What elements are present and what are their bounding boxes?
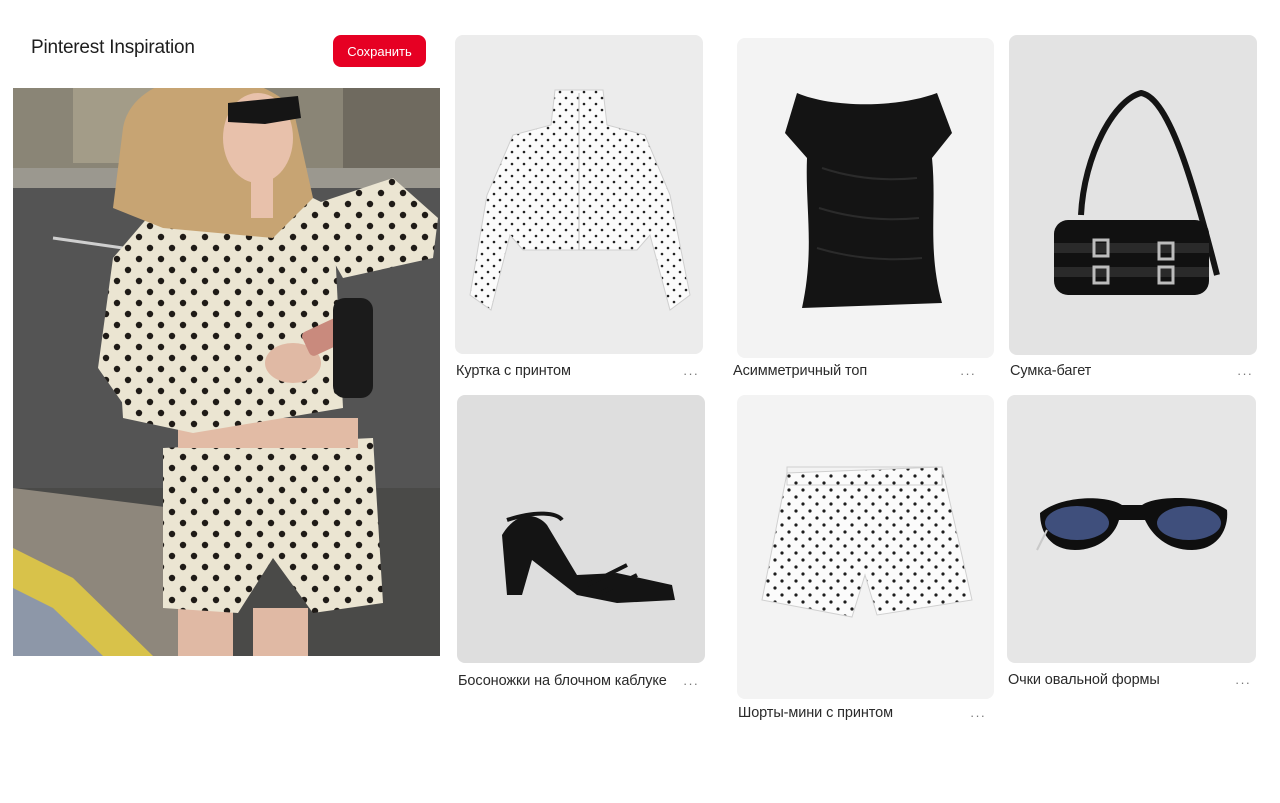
more-options-icon[interactable]: ··· [683,367,699,380]
product-image-sandals[interactable] [457,395,705,663]
product-card[interactable]: Шорты-мини с принтом ··· [737,395,994,730]
product-label[interactable]: Босоножки на блочном каблуке [458,673,667,689]
more-options-icon[interactable]: ··· [970,709,986,722]
product-image-top[interactable] [737,38,994,358]
product-card[interactable]: Асимметричный топ ··· [733,38,994,385]
product-image-bag[interactable] [1009,35,1257,355]
product-label[interactable]: Сумка-багет [1010,363,1091,379]
more-options-icon[interactable]: ··· [960,367,976,380]
hero-look-image[interactable] [13,88,440,656]
product-card[interactable]: Очки овальной формы ··· [1007,395,1256,695]
more-options-icon[interactable]: ··· [1235,676,1251,689]
product-card[interactable]: Сумка-багет ··· [1009,35,1257,385]
product-card[interactable]: Босоножки на блочном каблуке ··· [457,395,705,695]
more-options-icon[interactable]: ··· [683,677,699,690]
product-image-sunglasses[interactable] [1007,395,1256,663]
product-label[interactable]: Шорты-мини с принтом [738,705,893,721]
more-options-icon[interactable]: ··· [1237,367,1253,380]
product-image-jacket[interactable] [455,35,703,354]
product-image-shorts[interactable] [737,395,994,699]
product-label[interactable]: Очки овальной формы [1008,672,1160,688]
product-label[interactable]: Асимметричный топ [733,363,867,379]
save-button[interactable]: Сохранить [333,35,426,67]
product-label[interactable]: Куртка с принтом [456,363,571,379]
product-card[interactable]: Куртка с принтом ··· [455,35,703,385]
board-title: Pinterest Inspiration [31,37,195,58]
